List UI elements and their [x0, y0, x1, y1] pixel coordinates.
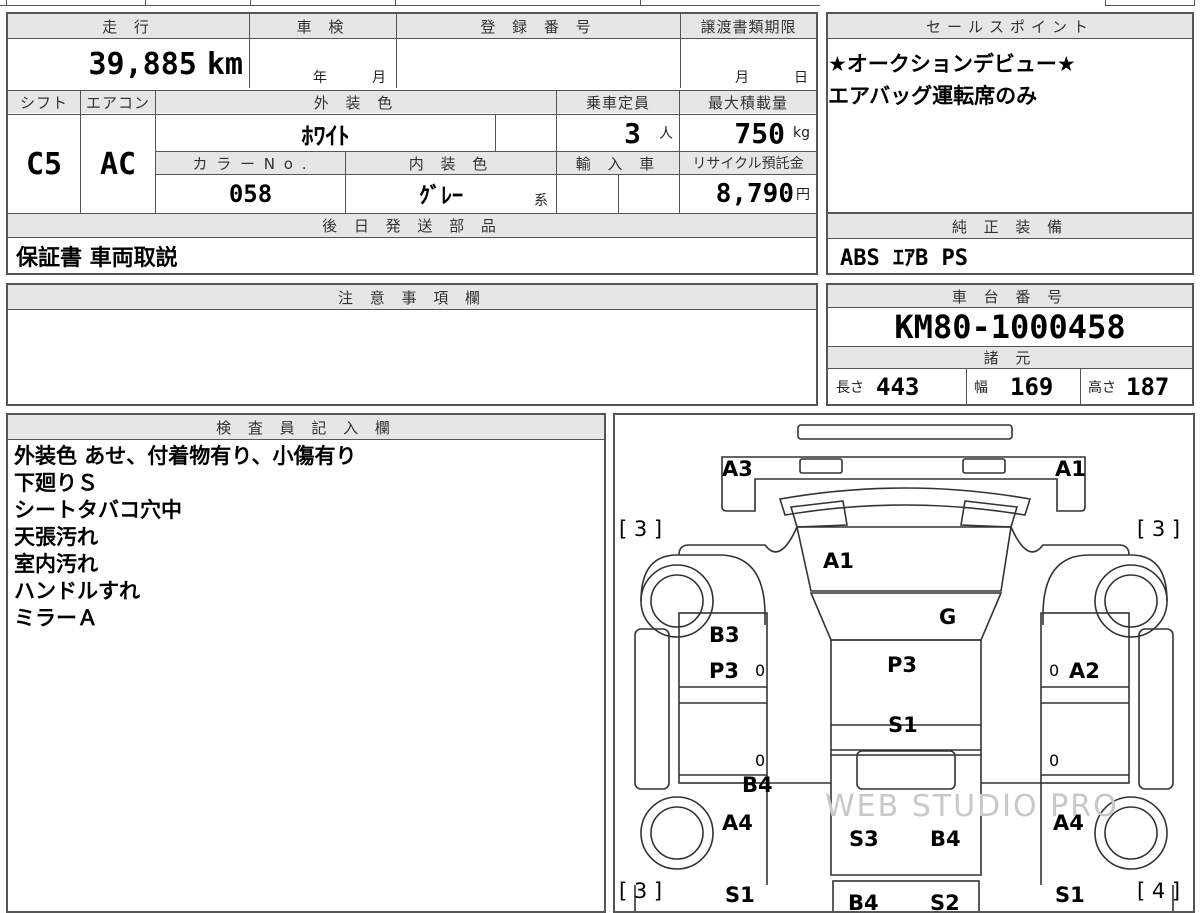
inspection-month-label: 月	[372, 70, 386, 86]
header-color-number: カ ラ ー N o .	[156, 152, 345, 174]
label-a4-right: A4	[1053, 811, 1084, 835]
capacity-value: 3	[624, 116, 641, 150]
header-capacity: 乗車定員	[557, 91, 679, 113]
label-s3-bed: S3	[849, 827, 879, 851]
header-inspection: 車 検	[250, 14, 396, 38]
sales-point-box: セールスポイント ★オークションデビュー★ エアバッグ運転席のみ	[826, 12, 1194, 214]
inspector-note: 室内汚れ	[14, 552, 98, 576]
chassis-box: 車 台 番 号 KM80-1000458 諸 元 長さ 443 幅 169 高さ…	[826, 283, 1194, 406]
label-bracket-left-upper: [ 3 ]	[619, 517, 663, 541]
label-bracket-right-lower: [ 4 ]	[1137, 879, 1181, 903]
header-aircon: エアコン	[81, 91, 155, 113]
label-a1-top: A1	[1055, 457, 1086, 481]
recycle-deposit-cell: 8,790 円	[680, 175, 816, 213]
label-zero-left-lower: 0	[755, 751, 766, 770]
sales-point-line-1: ★オークションデビュー★	[828, 52, 1076, 76]
label-s1-roof: S1	[888, 713, 918, 737]
standard-equipment-box: 純 正 装 備 ABS ｴｱB PS	[826, 212, 1194, 275]
header-shift: シフト	[8, 91, 80, 113]
label-g-windshield: G	[939, 605, 957, 629]
label-b4-bed: B4	[930, 827, 961, 851]
spec-height: 高さ 187	[1088, 369, 1169, 404]
damage-diagram-box: WEB STUDIO PRO A3 A1 [ 3 ] [ 3 ] A1 G B3…	[613, 413, 1195, 913]
shift-value: C5	[25, 146, 63, 182]
spec-width-value: 169	[1010, 372, 1054, 401]
label-b4-left: B4	[742, 773, 773, 797]
recycle-deposit-unit: 円	[796, 187, 810, 203]
chassis-number-value: KM80-1000458	[894, 308, 1126, 346]
interior-color-value: ｸﾞﾚｰ	[418, 184, 463, 209]
inspection-year-label: 年	[313, 70, 327, 86]
label-zero-left-upper: 0	[755, 661, 766, 680]
max-load-cell: 750 kg	[680, 115, 816, 151]
interior-color-suffix: 系	[534, 193, 548, 209]
header-max-load: 最大積載量	[680, 91, 816, 113]
spec-height-label: 高さ	[1088, 379, 1116, 396]
spec-length-value: 443	[876, 372, 920, 401]
header-chassis-number: 車 台 番 号	[828, 285, 1192, 307]
capacity-unit: 人	[659, 126, 673, 142]
header-exterior-color: 外 装 色	[156, 91, 556, 113]
label-s1-right-lower: S1	[1055, 883, 1085, 907]
label-b4-bottom: B4	[848, 891, 879, 913]
later-parts-value: 保証書 車両取説	[16, 245, 178, 271]
header-later-parts: 後 日 発 送 部 品	[8, 214, 816, 237]
header-interior-color: 内 装 色	[346, 152, 556, 174]
spec-height-value: 187	[1126, 372, 1170, 401]
mileage-unit: km	[206, 46, 243, 82]
label-s1-left-lower: S1	[725, 883, 755, 907]
spec-width: 幅 169	[974, 369, 1053, 404]
header-sales-point: セールスポイント	[828, 14, 1192, 38]
sales-point-line-2: エアバッグ運転席のみ	[828, 84, 1038, 108]
inspector-note: ハンドルすれ	[14, 579, 140, 603]
recycle-deposit-value: 8,790	[715, 179, 794, 209]
inspector-note: ミラーＡ	[14, 606, 98, 630]
inspector-notes-box: 検 査 員 記 入 欄 外装色 あせ、付着物有り、小傷有り 下廻りＳ シートタバ…	[6, 413, 606, 913]
inspector-note: シートタバコ穴中	[14, 498, 182, 522]
header-registration-number: 登 録 番 号	[397, 14, 680, 38]
standard-equipment-value: ABS ｴｱB PS	[840, 246, 968, 271]
caution-box: 注 意 事 項 欄	[6, 283, 818, 406]
mileage-number: 39,885	[88, 46, 197, 82]
label-zero-right-upper: 0	[1049, 661, 1060, 680]
inspector-note: 外装色 あせ、付着物有り、小傷有り	[14, 444, 357, 468]
header-standard-equipment: 純 正 装 備	[828, 214, 1192, 238]
label-zero-right-lower: 0	[1049, 751, 1060, 770]
spec-length: 長さ 443	[836, 369, 919, 404]
vehicle-info-table: 走 行 車 検 登 録 番 号 譲渡書類期限 39,885 km 年 月 月 日 …	[6, 12, 818, 275]
inspector-note: 下廻りＳ	[14, 471, 98, 495]
label-p3-left: P3	[709, 659, 740, 683]
label-bracket-right-upper: [ 3 ]	[1137, 517, 1181, 541]
inspector-notes-list: 外装色 あせ、付着物有り、小傷有り 下廻りＳ シートタバコ穴中 天張汚れ 室内汚…	[14, 443, 356, 632]
label-a4-left: A4	[722, 811, 753, 835]
spec-width-label: 幅	[974, 379, 988, 396]
max-load-unit: kg	[793, 125, 810, 141]
spec-length-label: 長さ	[836, 379, 864, 396]
label-a3-top: A3	[722, 457, 753, 481]
label-a2-right: A2	[1069, 659, 1100, 683]
aircon-value: AC	[99, 146, 137, 182]
header-import: 輸 入 車	[557, 152, 679, 174]
transfer-day-label: 日	[794, 70, 808, 86]
inspector-note: 天張汚れ	[14, 525, 98, 549]
header-inspector-notes: 検 査 員 記 入 欄	[8, 415, 604, 439]
header-mileage: 走 行	[8, 14, 249, 38]
mileage-value: 39,885 km	[8, 39, 249, 89]
capacity-cell: 3人	[557, 115, 679, 151]
label-a1-hood: A1	[823, 549, 854, 573]
label-b3-left: B3	[709, 623, 740, 647]
header-transfer-deadline: 譲渡書類期限	[681, 14, 816, 38]
label-bracket-left-lower: [ 3 ]	[619, 879, 663, 903]
label-s2-bottom: S2	[930, 891, 960, 913]
label-p3-roof: P3	[887, 653, 918, 677]
transfer-month-label: 月	[735, 70, 749, 86]
top-right-cutoff	[1105, 0, 1195, 6]
header-caution: 注 意 事 項 欄	[8, 285, 816, 309]
header-specs: 諸 元	[828, 347, 1192, 368]
header-recycle-deposit: リサイクル預託金	[680, 152, 816, 174]
exterior-color-value: ﾎﾜｲﾄ	[301, 121, 350, 150]
max-load-value: 750	[734, 116, 785, 150]
top-cutoff-strip	[0, 0, 820, 6]
color-number-value: 058	[228, 180, 273, 208]
